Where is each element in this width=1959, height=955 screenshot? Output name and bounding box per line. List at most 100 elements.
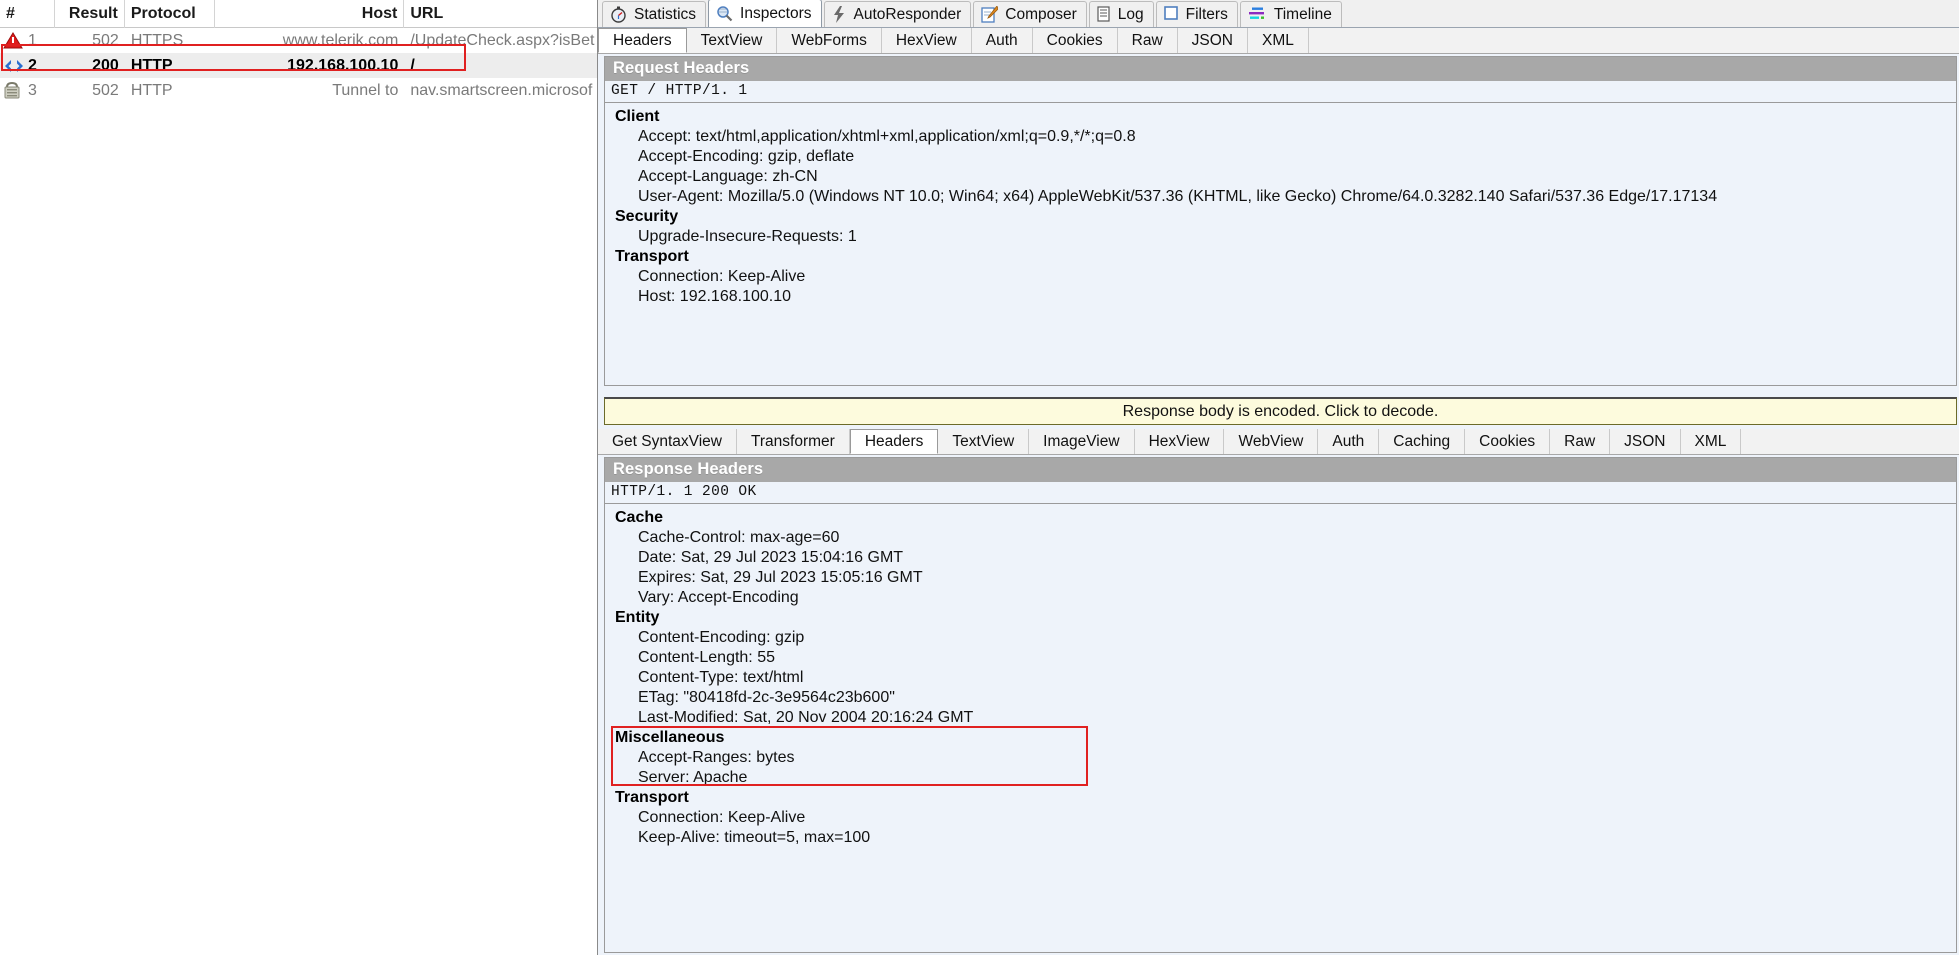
response-tab-xml[interactable]: XML xyxy=(1680,429,1742,454)
response-tab-cookies[interactable]: Cookies xyxy=(1465,429,1551,454)
header-item: Server: Apache xyxy=(638,769,748,786)
fiddler-window: # Result Protocol Host URL 1 502 HTTPS w… xyxy=(0,0,1959,955)
main-tab-bar: Statistics Inspectors AutoResponder Comp… xyxy=(598,0,1959,28)
column-header-result[interactable]: Result xyxy=(55,0,125,28)
response-tab-caching[interactable]: Caching xyxy=(1379,429,1466,454)
session-result: 200 xyxy=(92,57,119,74)
response-tab-get-syntaxview[interactable]: Get SyntaxView xyxy=(598,429,737,454)
column-header-url[interactable]: URL xyxy=(404,0,597,28)
inspectors-panel: Statistics Inspectors AutoResponder Comp… xyxy=(598,0,1959,955)
request-tab-xml[interactable]: XML xyxy=(1248,28,1309,53)
header-item: Upgrade-Insecure-Requests: 1 xyxy=(638,228,857,245)
table-row[interactable]: 2 200 HTTP 192.168.100.10 / xyxy=(0,53,597,78)
request-tab-auth[interactable]: Auth xyxy=(971,28,1033,53)
session-number-cell: 2 xyxy=(0,53,55,78)
header-item: Accept-Encoding: gzip, deflate xyxy=(638,148,855,165)
response-headers-body[interactable]: Cache Cache-Control: max-age=60 Date: Sa… xyxy=(605,504,1956,952)
table-row[interactable]: 3 502 HTTP Tunnel to nav.smartscreen.mic… xyxy=(0,78,597,103)
tab-statistics[interactable]: Statistics xyxy=(602,1,707,27)
header-item: Expires: Sat, 29 Jul 2023 15:05:16 GMT xyxy=(638,569,923,586)
response-status-line: HTTP/1. 1 200 OK xyxy=(605,482,1956,504)
tab-label: Log xyxy=(1117,5,1144,23)
session-protocol: HTTP xyxy=(130,82,173,99)
session-url: /UpdateCheck.aspx?isBet xyxy=(410,32,595,49)
response-tab-textview[interactable]: TextView xyxy=(938,429,1030,454)
session-protocol: HTTP xyxy=(130,57,173,74)
html-code-icon xyxy=(3,57,25,75)
warning-triangle-icon xyxy=(3,31,25,50)
response-tab-transformer[interactable]: Transformer xyxy=(737,429,850,454)
response-section: Response Headers HTTP/1. 1 200 OK Cache … xyxy=(598,455,1959,955)
session-host: 192.168.100.10 xyxy=(287,57,399,74)
header-item: Content-Type: text/html xyxy=(638,669,804,686)
tab-label: Inspectors xyxy=(740,4,812,22)
header-group-title: Transport xyxy=(615,789,689,806)
session-number: 2 xyxy=(28,57,37,74)
request-tab-headers[interactable]: Headers xyxy=(598,28,687,53)
request-tab-raw[interactable]: Raw xyxy=(1117,28,1178,53)
miscellaneous-group: Miscellaneous Accept-Ranges: bytes Serve… xyxy=(605,726,1956,788)
header-item: ETag: "80418fd-2c-3e9564c23b600" xyxy=(638,689,895,706)
tunnel-lock-icon xyxy=(3,81,25,100)
header-group-title: Transport xyxy=(615,248,689,265)
request-tab-filler xyxy=(1308,28,1959,53)
request-tab-cookies[interactable]: Cookies xyxy=(1032,28,1118,53)
tab-timeline[interactable]: Timeline xyxy=(1239,1,1342,27)
tab-inspectors[interactable]: Inspectors xyxy=(708,0,822,27)
session-list-panel[interactable]: # Result Protocol Host URL 1 502 HTTPS w… xyxy=(0,0,598,955)
request-status-line: GET / HTTP/1. 1 xyxy=(605,81,1956,103)
session-result: 502 xyxy=(92,82,119,99)
header-item: Content-Length: 55 xyxy=(638,649,775,666)
header-item: Accept-Language: zh-CN xyxy=(638,168,818,185)
response-tab-raw[interactable]: Raw xyxy=(1550,429,1611,454)
header-item: Host: 192.168.100.10 xyxy=(638,288,792,305)
response-tab-bar: Get SyntaxView Transformer Headers TextV… xyxy=(598,429,1959,455)
timeline-bars-icon xyxy=(1248,6,1268,24)
response-headers-title: Response Headers xyxy=(605,458,1956,482)
header-item: Content-Encoding: gzip xyxy=(638,629,805,646)
header-group-title: Miscellaneous xyxy=(615,729,725,746)
session-result: 502 xyxy=(92,32,119,49)
request-tab-hexview[interactable]: HexView xyxy=(881,28,972,53)
request-headers-title: Request Headers xyxy=(605,57,1956,81)
session-url: nav.smartscreen.microsof xyxy=(410,82,593,99)
response-tab-headers[interactable]: Headers xyxy=(849,429,939,454)
tab-label: Statistics xyxy=(634,5,697,23)
header-group-title: Security xyxy=(615,208,679,225)
request-tab-bar: Headers TextView WebForms HexView Auth C… xyxy=(598,28,1959,54)
list-lines-icon xyxy=(1097,5,1112,24)
request-tab-webforms[interactable]: WebForms xyxy=(777,28,882,53)
header-item: User-Agent: Mozilla/5.0 (Windows NT 10.0… xyxy=(638,188,1718,205)
tab-label: Timeline xyxy=(1273,5,1332,23)
header-item: Connection: Keep-Alive xyxy=(638,268,806,285)
request-tab-textview[interactable]: TextView xyxy=(686,28,778,53)
tab-log[interactable]: Log xyxy=(1088,1,1154,27)
session-host: www.telerik.com xyxy=(282,32,399,49)
table-row[interactable]: 1 502 HTTPS www.telerik.com /UpdateCheck… xyxy=(0,28,597,53)
empty-square-icon xyxy=(1163,5,1180,24)
request-headers-body[interactable]: Client Accept: text/html,application/xht… xyxy=(605,103,1956,385)
header-item: Cache-Control: max-age=60 xyxy=(638,529,840,546)
session-number: 3 xyxy=(28,82,37,99)
response-tab-webview[interactable]: WebView xyxy=(1224,429,1319,454)
response-tab-hexview[interactable]: HexView xyxy=(1134,429,1225,454)
header-group-title: Client xyxy=(615,108,660,125)
column-header-number[interactable]: # xyxy=(0,0,55,28)
response-encoded-notice[interactable]: Response body is encoded. Click to decod… xyxy=(604,397,1957,425)
stopwatch-icon xyxy=(610,6,628,24)
horizontal-splitter[interactable] xyxy=(598,386,1959,391)
tab-autoresponder[interactable]: AutoResponder xyxy=(823,1,972,27)
tab-composer[interactable]: Composer xyxy=(973,1,1087,27)
header-item: Accept: text/html,application/xhtml+xml,… xyxy=(638,128,1136,145)
response-tab-auth[interactable]: Auth xyxy=(1318,429,1380,454)
response-headers-panel: Response Headers HTTP/1. 1 200 OK Cache … xyxy=(604,457,1957,953)
response-tab-imageview[interactable]: ImageView xyxy=(1029,429,1135,454)
header-item: Keep-Alive: timeout=5, max=100 xyxy=(638,829,871,846)
response-tab-json[interactable]: JSON xyxy=(1610,429,1681,454)
request-tab-json[interactable]: JSON xyxy=(1177,28,1248,53)
column-header-protocol[interactable]: Protocol xyxy=(125,0,215,28)
column-header-host[interactable]: Host xyxy=(215,0,405,28)
tab-filters[interactable]: Filters xyxy=(1155,1,1238,27)
header-item: Accept-Ranges: bytes xyxy=(638,749,795,766)
pencil-pad-icon xyxy=(981,4,999,24)
